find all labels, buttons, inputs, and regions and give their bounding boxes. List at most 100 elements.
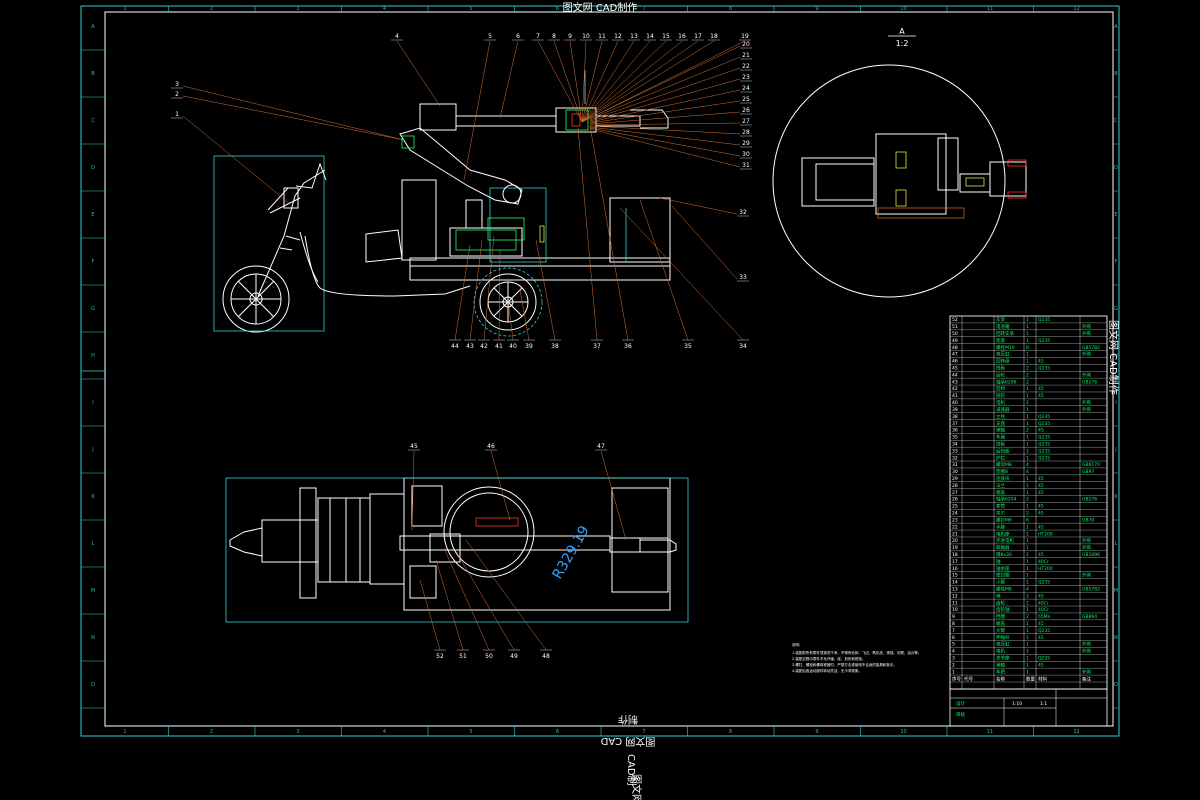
bom-cell: 1 bbox=[1026, 669, 1029, 675]
bom-cell: 关节座 bbox=[996, 655, 1010, 662]
zone-row-left: G bbox=[91, 306, 95, 312]
battery-box-top bbox=[411, 485, 443, 527]
part-label: 13 bbox=[630, 33, 638, 40]
bom-cell: 4 bbox=[952, 649, 955, 655]
zone-row-right: L bbox=[1115, 541, 1118, 547]
part-label: 26 bbox=[742, 107, 750, 114]
bom-cell: 48 bbox=[952, 345, 958, 351]
bom-cell: 45 bbox=[1038, 428, 1044, 434]
part-label: 10 bbox=[582, 33, 590, 40]
bom-cell: 49 bbox=[952, 338, 958, 344]
bom-cell: GB1096 bbox=[1082, 552, 1100, 558]
bom-cell: 电池箱 bbox=[996, 323, 1010, 330]
zone-col-bottom: 4 bbox=[383, 729, 386, 735]
bom-cell: 液压缸 bbox=[996, 641, 1010, 648]
front-wheel-envelope bbox=[213, 155, 325, 332]
bom-cell: 1 bbox=[1026, 635, 1029, 641]
part-label: 46 bbox=[487, 443, 495, 450]
zone-col-bottom: 7 bbox=[642, 729, 645, 735]
bom-cell: 1 bbox=[1026, 407, 1029, 413]
title-sheet: 1:1 bbox=[1040, 701, 1047, 707]
bom-cell: 7 bbox=[952, 628, 955, 634]
bom-cell: 35 bbox=[952, 435, 958, 441]
part-label: 6 bbox=[516, 33, 520, 40]
bom-cell: 大臂 bbox=[996, 627, 1005, 634]
title-checked: 审核 bbox=[956, 711, 965, 718]
bom-cell: Q235 bbox=[1038, 435, 1050, 441]
bom-cell: GB97 bbox=[1082, 469, 1094, 475]
bom-cell: 轴承座 bbox=[996, 565, 1010, 572]
bom-cell: 垫圈8 bbox=[996, 468, 1008, 475]
bom-cell: Q235 bbox=[1038, 421, 1050, 427]
bom-cell: 45 bbox=[1038, 386, 1044, 392]
bom-cell: 联轴器 bbox=[996, 544, 1010, 551]
part-label: 20 bbox=[742, 41, 750, 48]
part-label: 15 bbox=[662, 33, 670, 40]
bom-side-watermark: 图文网 CAD制作 bbox=[1107, 320, 1120, 395]
bom-cell: 密封圈 bbox=[996, 572, 1010, 579]
bom-cell: 外购 bbox=[1082, 668, 1091, 675]
bom-table: 52 车架 1 Q23551 电池箱 1 外购50 回转支承 1 外购49 底座 1 Q23548 螺栓M… bbox=[949, 315, 1120, 690]
zone-row-right: C bbox=[1114, 118, 1118, 124]
part-label: 25 bbox=[742, 96, 750, 103]
bom-header-cell: 备注 bbox=[1082, 675, 1091, 682]
bom-cell: 4 bbox=[1026, 462, 1029, 468]
bom-cell: 31 bbox=[952, 462, 958, 468]
bom-cell: 链轮 bbox=[996, 392, 1005, 399]
part-label: 35 bbox=[684, 343, 692, 350]
part-label: 19 bbox=[741, 33, 749, 40]
technical-notes: 说明: 1.装配前所有零件须清洗干净，不得有毛刺、飞边、氧化皮、锈蚀、切屑、油污… bbox=[792, 642, 921, 673]
bom-cell: Q235 bbox=[1038, 580, 1050, 586]
bom-cell: 1 bbox=[1026, 621, 1029, 627]
bom-cell: 51 bbox=[952, 324, 958, 330]
bom-cell: 37 bbox=[952, 421, 958, 427]
zone-col-top: 1 bbox=[123, 6, 126, 12]
bom-cell: 1 bbox=[1026, 338, 1029, 344]
zone-row-left: F bbox=[92, 259, 95, 265]
bom-cell: GB5782 bbox=[1082, 345, 1100, 351]
bom-cell: 销 bbox=[996, 592, 1001, 599]
zone-row-left: L bbox=[92, 541, 95, 547]
bom-cell: 支座 bbox=[996, 420, 1005, 427]
note-line: 3.螺钉、螺栓和螺母紧固时，严禁打击或使用不合适的旋具和扳手。 bbox=[792, 662, 897, 667]
bom-cell: 29 bbox=[952, 476, 958, 482]
bom-cell: 夹爪 bbox=[996, 510, 1005, 517]
bom-cell: 1 bbox=[1026, 386, 1029, 392]
bom-cell: Q235 bbox=[1038, 366, 1050, 372]
bom-cell: 1 bbox=[1026, 324, 1029, 330]
handlebar-top bbox=[229, 527, 263, 557]
column bbox=[465, 199, 483, 229]
detail-view-a: A 1:2 bbox=[772, 27, 1027, 298]
bom-cell: 手腕 bbox=[996, 523, 1005, 530]
bom-cell: 2 bbox=[1026, 511, 1029, 517]
bom-cell: 45 bbox=[1038, 635, 1044, 641]
zone-row-right: A bbox=[1114, 24, 1118, 30]
bom-cell: 2 bbox=[952, 662, 955, 668]
bom-cell: 45 bbox=[1038, 490, 1044, 496]
bom-cell: 45 bbox=[1038, 393, 1044, 399]
zone-row-left: I bbox=[92, 400, 93, 406]
part-label: 42 bbox=[480, 343, 488, 350]
bom-header-cell: 代号 bbox=[964, 675, 973, 682]
part-label: 21 bbox=[742, 52, 750, 59]
bom-cell: 3 bbox=[952, 656, 955, 662]
zone-row-right: E bbox=[1114, 212, 1117, 218]
bom-cell: 2 bbox=[1026, 428, 1029, 434]
bom-cell: 挡板 bbox=[996, 365, 1005, 372]
bom-cell: 1 bbox=[1026, 538, 1029, 544]
zone-col-top: 2 bbox=[210, 6, 213, 12]
zone-row-left: O bbox=[91, 682, 95, 688]
bom-cell: 28 bbox=[952, 483, 958, 489]
zone-row-left: J bbox=[91, 447, 93, 453]
part-label: 28 bbox=[742, 129, 750, 136]
bom-cell: 2 bbox=[1026, 614, 1029, 620]
bom-cell: 45 bbox=[1038, 476, 1044, 482]
part-label: 8 bbox=[552, 33, 556, 40]
part-label: 44 bbox=[451, 343, 459, 350]
title-drawn: 设计 bbox=[956, 700, 965, 707]
title-block: 设计 审核 1:10 1:1 bbox=[949, 688, 1108, 727]
radius-callout: R329.19 bbox=[550, 523, 593, 582]
bom-cell: 8 bbox=[1026, 345, 1029, 351]
bom-cell: GB70 bbox=[1082, 517, 1094, 523]
bom-cell: Q235 bbox=[1038, 448, 1050, 454]
